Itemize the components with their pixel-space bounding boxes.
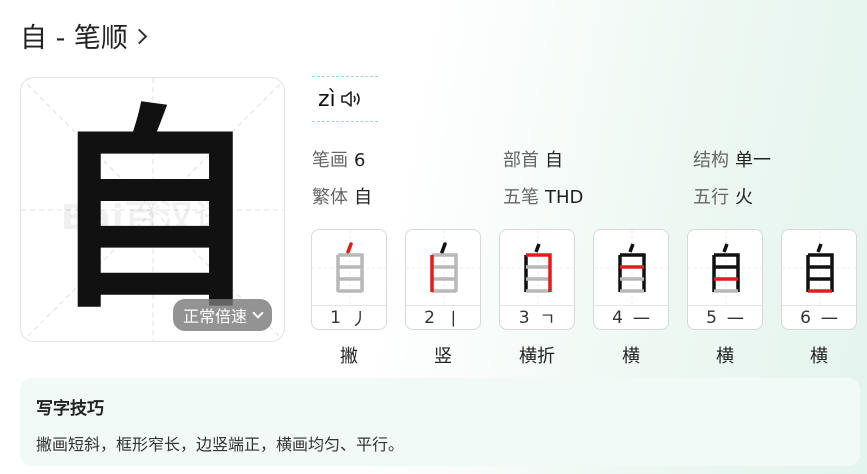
stroke-name-6: 横 [810,346,828,367]
stroke-label-2: 2丨 [406,305,480,329]
stroke-card-2[interactable]: 2丨 [405,229,481,330]
playback-speed-label: 正常倍速 [182,307,247,326]
stroke-label-5: 5一 [688,305,762,329]
tips-text: 撇画短斜，框形窄长，边竖端正，横画均匀、平行。 [36,435,405,454]
pinyin-text: zì [318,86,336,112]
tips-title: 写字技巧 [36,399,104,419]
stroke-card-6[interactable]: 6一 [781,229,857,330]
chevron-right-icon [131,28,148,45]
stroke-label-6: 6一 [782,305,856,329]
stroke-label-4: 4一 [594,305,668,329]
stroke-card-5[interactable]: 5一 [687,229,763,330]
page-title-text: 自 - 笔顺 [20,23,128,54]
stroke-name-1: 撇 [340,346,358,367]
info-structure: 结构 单一 [693,150,771,171]
chevron-down-icon [252,307,264,319]
stroke-diagram-4 [594,230,668,307]
page-title[interactable]: 自 - 笔顺 [20,16,148,55]
stroke-diagram-3 [500,230,574,307]
stroke-diagram-1 [312,230,386,307]
character-animation-card[interactable]: Bai百汉语 自 正常倍速 [20,77,285,342]
stroke-name-4: 横 [622,346,640,367]
stroke-label-3: 3ㄱ [500,305,574,329]
info-radical: 部首自 [503,150,563,171]
stroke-diagram-2 [406,230,480,307]
info-strokes: 笔画 6 [312,150,366,171]
stroke-card-3[interactable]: 3ㄱ [499,229,575,330]
stroke-label-1: 1丿 [312,305,386,329]
stroke-card-1[interactable]: 1丿 [311,229,387,330]
stroke-diagram-6 [782,230,856,307]
info-wuxing: 五行火 [693,187,753,208]
stroke-name-2: 竖 [434,346,452,367]
speaker-icon[interactable] [340,89,362,109]
pinyin-pronunciation[interactable]: zì [312,76,378,122]
writing-tips-panel: 写字技巧 撇画短斜，框形窄长，边竖端正，横画均匀、平行。 [20,378,860,466]
stroke-name-3: 横折 [519,346,555,367]
playback-speed-button[interactable]: 正常倍速 [172,299,272,331]
stroke-diagram-5 [688,230,762,307]
stroke-name-5: 横 [716,346,734,367]
info-wubi: 五笔 THD [503,187,584,208]
info-traditional: 繁体自 [312,187,372,208]
stroke-card-4[interactable]: 4一 [593,229,669,330]
